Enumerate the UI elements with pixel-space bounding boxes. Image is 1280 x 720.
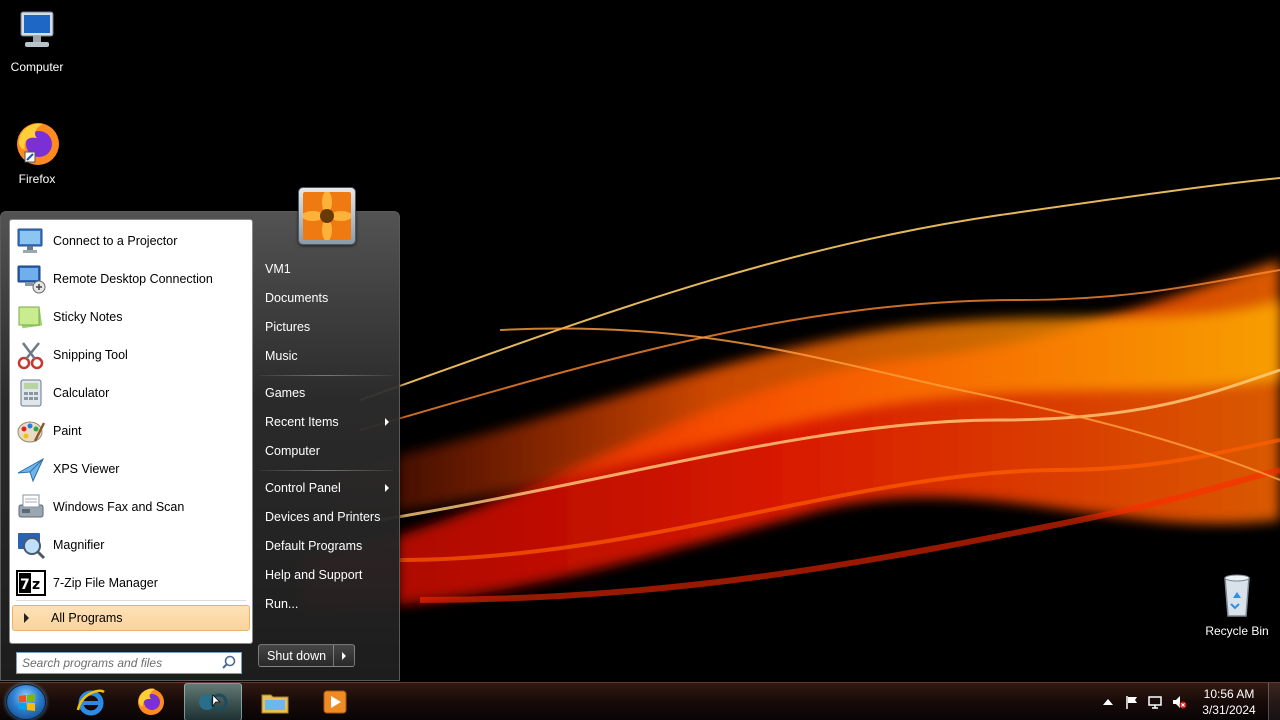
network-app-icon <box>199 693 228 711</box>
submenu-arrow-icon <box>385 484 389 492</box>
firefox-icon <box>13 120 61 168</box>
user-picture[interactable] <box>298 187 356 245</box>
search-area <box>9 644 253 680</box>
computer-icon <box>13 8 61 56</box>
xps-viewer-icon <box>15 453 47 485</box>
right-item-run[interactable]: Run... <box>257 591 395 617</box>
taskbar-network-app[interactable] <box>184 683 242 720</box>
program-xps-viewer[interactable]: XPS Viewer <box>13 451 249 487</box>
clock-time: 10:56 AM <box>1203 687 1255 701</box>
flower-picture-icon <box>303 192 351 240</box>
fax-icon <box>15 491 47 523</box>
taskbar-file-explorer[interactable] <box>246 683 304 720</box>
program-remote-desktop[interactable]: Remote Desktop Connection <box>13 261 249 297</box>
taskbar-clock[interactable]: 10:56 AM 3/31/2024 <box>1196 686 1262 718</box>
magnifier-icon <box>15 529 47 561</box>
program-calculator[interactable]: Calculator <box>13 375 249 411</box>
taskbar-internet-explorer[interactable] <box>62 683 120 720</box>
program-snipping-tool[interactable]: Snipping Tool <box>13 337 249 373</box>
right-item-games[interactable]: Games <box>257 380 395 406</box>
start-button[interactable] <box>6 684 46 720</box>
sticky-notes-icon <box>15 301 47 333</box>
taskbar-firefox[interactable] <box>122 683 180 720</box>
network-icon <box>1148 696 1162 709</box>
paint-palette-icon <box>15 415 47 447</box>
start-menu: Connect to a Projector Remote Desktop Co… <box>0 187 400 681</box>
right-separator <box>259 470 393 471</box>
right-item-control-panel[interactable]: Control Panel <box>257 475 395 501</box>
shutdown-group: Shut down <box>258 644 355 667</box>
search-icon[interactable] <box>220 654 238 672</box>
action-center-icon[interactable] <box>1124 694 1140 710</box>
right-item-recent-items[interactable]: Recent Items <box>257 409 395 435</box>
network-tray-icon[interactable] <box>1147 694 1163 710</box>
program-magnifier[interactable]: Magnifier <box>13 527 249 563</box>
svg-text:z: z <box>32 577 40 593</box>
clock-date: 3/31/2024 <box>1202 703 1256 717</box>
right-item-default-programs[interactable]: Default Programs <box>257 533 395 559</box>
right-item-devices-and-printers[interactable]: Devices and Printers <box>257 504 395 530</box>
scissors-icon <box>15 339 47 371</box>
desktop-icon-computer[interactable]: Computer <box>0 8 74 74</box>
programs-separator <box>16 600 246 601</box>
recycle-bin-icon <box>1213 572 1261 620</box>
right-item-help-and-support[interactable]: Help and Support <box>257 562 395 588</box>
7zip-icon: 7z <box>15 567 47 599</box>
program-connect-to-projector[interactable]: Connect to a Projector <box>13 223 249 259</box>
svg-text:7: 7 <box>20 577 30 593</box>
firefox-icon <box>138 688 164 715</box>
shutdown-options-button[interactable] <box>334 644 355 667</box>
right-item-documents[interactable]: Documents <box>257 285 395 311</box>
flag-icon <box>1126 696 1137 709</box>
volume-tray-icon[interactable] <box>1171 694 1187 710</box>
show-hidden-icons-button[interactable] <box>1100 694 1116 710</box>
internet-explorer-icon <box>76 689 105 716</box>
file-explorer-icon <box>261 694 289 714</box>
submenu-arrow-icon <box>385 418 389 426</box>
right-item-vm1[interactable]: VM1 <box>257 256 395 282</box>
taskbar-media-player[interactable] <box>306 683 364 720</box>
right-item-pictures[interactable]: Pictures <box>257 314 395 340</box>
windows-logo-icon <box>19 694 35 711</box>
right-separator <box>259 375 393 376</box>
projector-icon <box>15 225 47 257</box>
right-item-music[interactable]: Music <box>257 343 395 369</box>
remote-desktop-icon <box>15 263 47 295</box>
desktop-icon-firefox[interactable]: Firefox <box>0 120 74 186</box>
show-desktop-button[interactable] <box>1268 683 1280 720</box>
program-sticky-notes[interactable]: Sticky Notes <box>13 299 249 335</box>
program-paint[interactable]: Paint <box>13 413 249 449</box>
volume-muted-icon <box>1173 696 1187 709</box>
shutdown-button[interactable]: Shut down <box>258 644 334 667</box>
all-programs-button[interactable]: All Programs <box>12 605 250 631</box>
calculator-icon <box>15 377 47 409</box>
right-item-computer[interactable]: Computer <box>257 438 395 464</box>
programs-pane: Connect to a Projector Remote Desktop Co… <box>9 219 253 644</box>
search-box <box>16 652 242 674</box>
program-windows-fax-and-scan[interactable]: Windows Fax and Scan <box>13 489 249 525</box>
media-player-icon <box>323 690 347 714</box>
triangle-right-icon <box>24 613 29 623</box>
desktop-icon-recycle-bin[interactable]: Recycle Bin <box>1200 572 1274 638</box>
program-7zip-file-manager[interactable]: 7z 7-Zip File Manager <box>13 565 249 601</box>
search-input[interactable] <box>17 654 220 672</box>
chevron-up-icon <box>1103 699 1113 705</box>
taskbar: 10:56 AM 3/31/2024 <box>0 682 1280 720</box>
